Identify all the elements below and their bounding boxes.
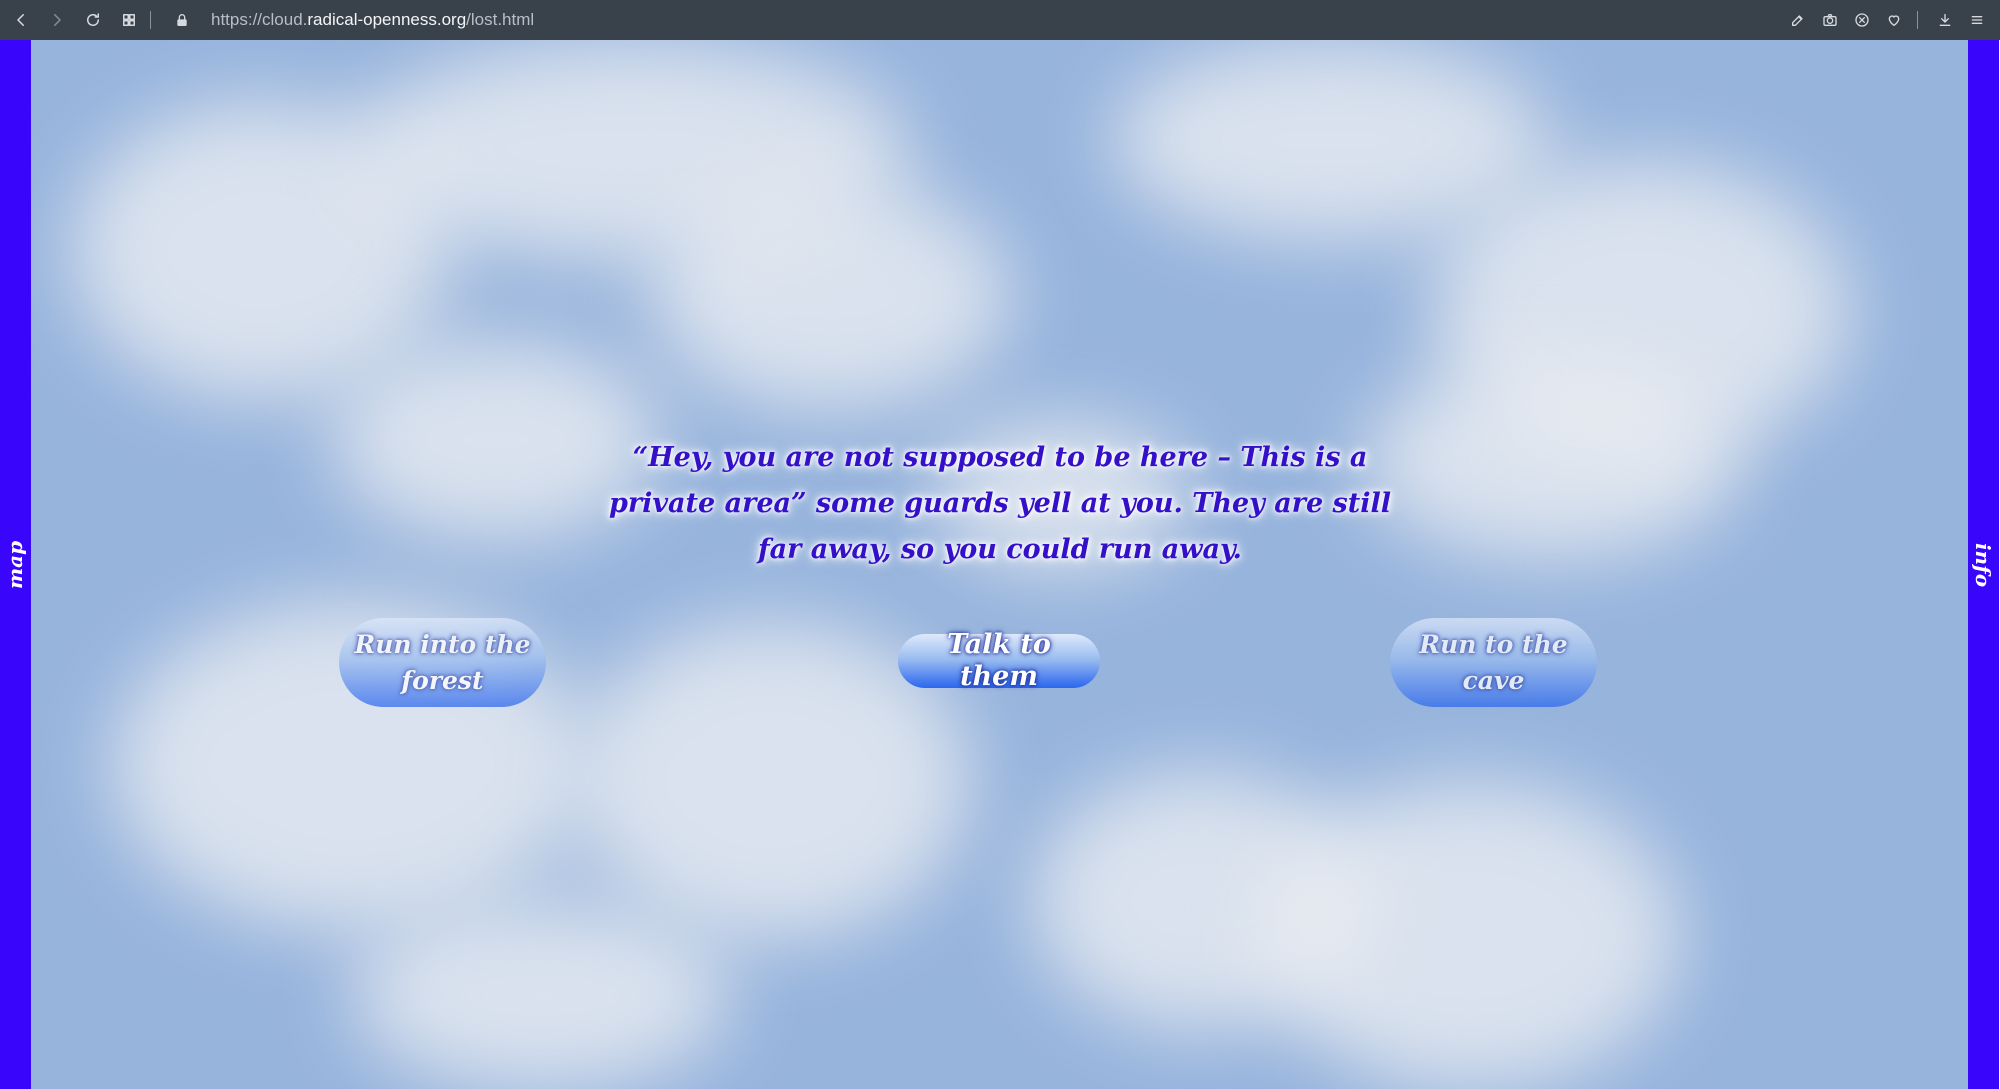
menu-icon[interactable] [1962,5,1992,35]
map-label: map [3,540,28,589]
reload-icon[interactable] [78,5,108,35]
forward-icon[interactable] [42,5,72,35]
lock-icon [167,5,197,35]
toolbar-right-tools [1783,5,1992,35]
edit-icon[interactable] [1783,5,1813,35]
camera-icon[interactable] [1815,5,1845,35]
browser-toolbar: https://cloud.radical-openness.org/lost.… [0,0,2000,40]
url-scheme: https://cloud. [211,10,308,29]
run-cave-button[interactable]: Run to the cave [1390,618,1597,707]
address-bar[interactable]: https://cloud.radical-openness.org/lost.… [167,5,1783,35]
toolbar-separator [150,11,151,29]
cloud [1361,360,1741,560]
run-forest-button[interactable]: Run into the forest [339,618,546,707]
cloud [1261,780,1681,1089]
heart-icon[interactable] [1879,5,1909,35]
url-text[interactable]: https://cloud.radical-openness.org/lost.… [211,10,534,30]
toolbar-separator-right [1917,11,1918,29]
cloud [651,180,1011,410]
story-text: “Hey, you are not supposed to be here – … [609,442,1391,565]
info-label: info [1971,542,1996,587]
map-sidebar[interactable]: map [0,40,31,1089]
url-host: radical-openness.org [307,10,467,29]
block-icon[interactable] [1847,5,1877,35]
cloud [351,900,731,1089]
info-sidebar[interactable]: info [1968,40,1999,1089]
page-viewport: map info “Hey, you are not supposed to b… [0,40,2000,1089]
url-path: /lost.html [466,10,535,29]
back-icon[interactable] [6,5,36,35]
tab-grid-icon[interactable] [114,5,144,35]
nav-buttons [6,5,144,35]
download-icon[interactable] [1930,5,1960,35]
talk-to-them-button[interactable]: Talk to them [898,629,1100,692]
